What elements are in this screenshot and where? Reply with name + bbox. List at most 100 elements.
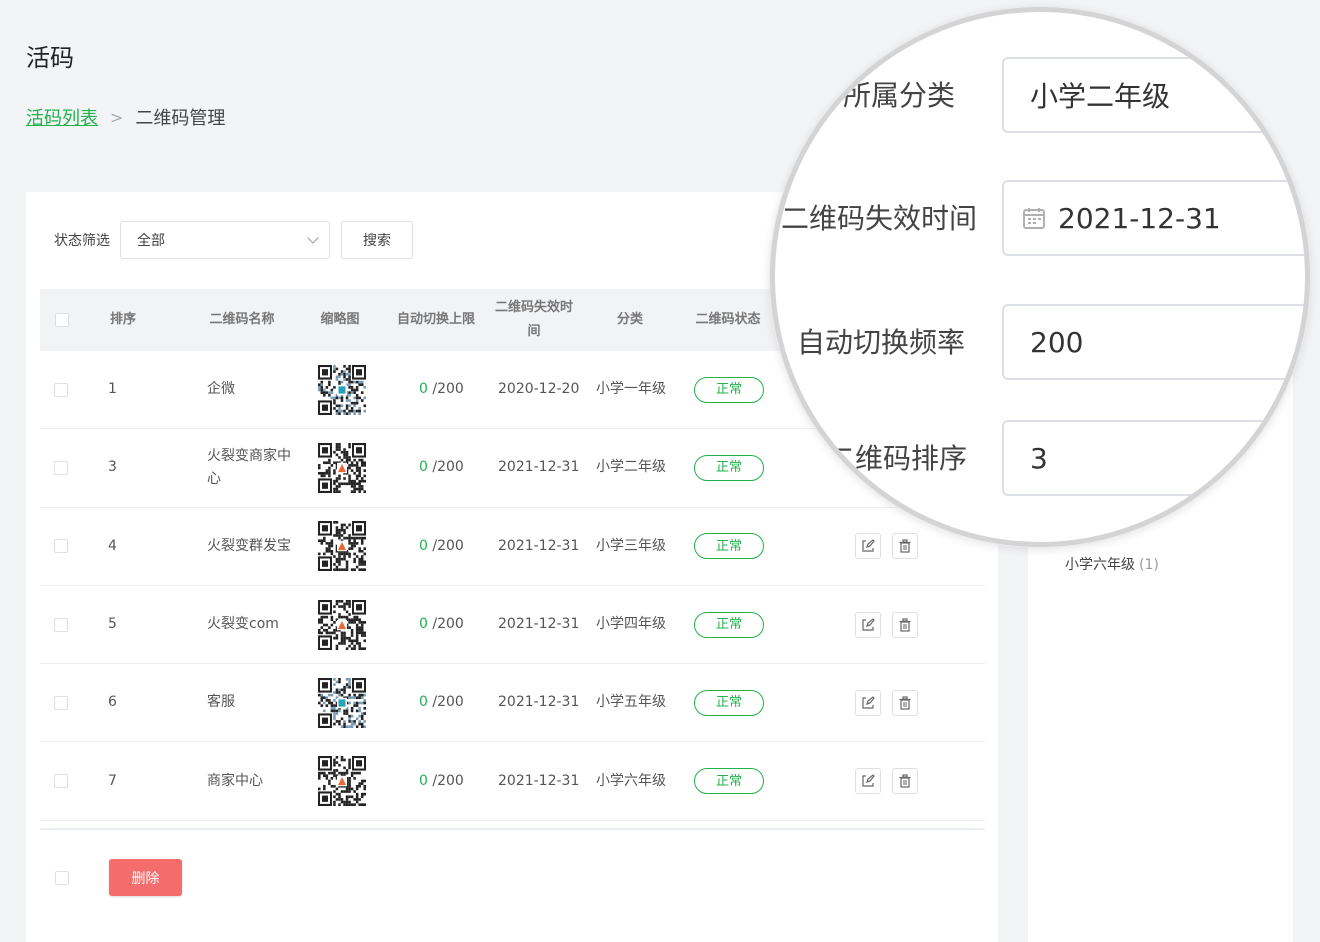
row-switch-max: /200 (432, 381, 464, 398)
row-status-cell: 正常 (694, 586, 764, 663)
row-expire: 2021-12-31 (498, 772, 580, 789)
edit-button[interactable] (855, 533, 881, 560)
row-name: 火裂变商家中心 (207, 447, 291, 487)
qrcode-thumbnail[interactable] (318, 677, 366, 728)
qrcode-thumbnail[interactable] (318, 364, 366, 415)
filter-label: 状态筛选 (54, 233, 110, 249)
row-checkbox[interactable] (54, 695, 68, 710)
edit-icon (861, 617, 875, 632)
row-sort: 4 (108, 537, 117, 554)
header-status: 二维码状态 (695, 312, 761, 327)
edit-button[interactable] (855, 611, 881, 638)
row-checkbox[interactable] (54, 774, 68, 789)
qrcode-thumbnail[interactable] (318, 521, 366, 572)
category-field[interactable]: 小学二年级 (1002, 57, 1305, 133)
row-category: 小学四年级 (596, 616, 666, 633)
footer-select-all-checkbox[interactable] (55, 871, 69, 885)
row-name: 客服 (207, 694, 235, 711)
row-switch-max: /200 (432, 694, 464, 711)
breadcrumb: 活码列表 > 二维码管理 (26, 104, 225, 130)
row-switch-limit: 0 /200 (419, 586, 464, 663)
expire-date-field[interactable]: 2021-12-31 (1002, 180, 1305, 256)
header-name: 二维码名称 (209, 312, 275, 327)
row-actions (855, 586, 918, 663)
magnifier-overlay: 所属分类 小学二年级 二维码失效时间 2021-12-31 自动切换频率 200… (770, 7, 1310, 547)
trash-icon (898, 774, 912, 788)
edit-button[interactable] (855, 768, 881, 795)
qrcode-thumbnail[interactable] (318, 442, 366, 493)
status-badge: 正常 (694, 689, 764, 716)
switch-frequency-value: 200 (1030, 325, 1084, 359)
row-switch-count: 0 (419, 381, 428, 398)
status-badge: 正常 (694, 611, 764, 638)
row-select-cell (54, 742, 68, 819)
row-status-cell: 正常 (694, 351, 764, 428)
search-button[interactable]: 搜索 (341, 221, 413, 259)
row-checkbox[interactable] (54, 382, 68, 397)
row-actions (855, 508, 918, 585)
sidebar-item-count: (1) (1139, 557, 1159, 573)
trash-icon (898, 539, 912, 553)
row-sort: 5 (108, 616, 117, 633)
filter-bar: 状态筛选 全部 搜索 (54, 221, 413, 259)
row-category: 小学三年级 (596, 537, 666, 554)
chevron-down-icon (307, 232, 319, 244)
select-all-checkbox[interactable] (55, 313, 69, 327)
trash-icon (898, 696, 912, 710)
row-actions (855, 742, 918, 819)
row-switch-count: 0 (419, 694, 428, 711)
table-row: 7 商家中心 0 /200 2021-12-31 小学六年级 正常 (40, 742, 985, 821)
header-sort: 排序 (109, 312, 136, 327)
row-switch-limit: 0 /200 (419, 664, 464, 741)
expire-date-value: 2021-12-31 (1058, 201, 1221, 235)
table-row: 5 火裂变com 0 /200 2021-12-31 小学四年级 正常 (40, 586, 985, 665)
status-badge: 正常 (694, 454, 764, 481)
qrcode-thumbnail[interactable] (318, 756, 366, 807)
row-name: 火裂变群发宝 (207, 537, 291, 554)
trash-icon (898, 617, 912, 632)
delete-row-button[interactable] (892, 533, 918, 560)
delete-row-button[interactable] (892, 611, 918, 638)
row-sort: 1 (108, 381, 117, 398)
row-thumbnail-cell (318, 742, 366, 819)
header-switch-limit: 自动切换上限 (396, 312, 475, 327)
header-thumb: 缩略图 (320, 312, 360, 327)
page-title: 活码 (26, 44, 74, 72)
row-checkbox[interactable] (54, 460, 68, 475)
edit-button[interactable] (855, 689, 881, 716)
sort-field[interactable]: 3 (1002, 420, 1305, 496)
sidebar-item-label: 小学六年级 (1065, 557, 1135, 573)
breadcrumb-parent-link[interactable]: 活码列表 (26, 104, 98, 130)
status-filter-select[interactable]: 全部 (120, 221, 330, 259)
row-switch-count: 0 (419, 616, 428, 633)
row-checkbox[interactable] (54, 617, 68, 632)
header-category: 分类 (616, 312, 643, 327)
row-thumbnail-cell (318, 429, 366, 506)
row-select-cell (54, 351, 68, 428)
row-category: 小学六年级 (596, 772, 666, 789)
field-label-sort: 二维码排序 (827, 442, 968, 475)
switch-frequency-field[interactable]: 200 (1002, 304, 1305, 380)
row-checkbox[interactable] (54, 539, 68, 554)
row-thumbnail-cell (318, 508, 366, 585)
delete-row-button[interactable] (892, 768, 918, 795)
category-field-value: 小学二年级 (1030, 80, 1171, 113)
table-footer-divider (40, 828, 985, 830)
qrcode-thumbnail[interactable] (318, 599, 366, 650)
row-sort: 3 (108, 459, 117, 476)
calendar-icon (1023, 208, 1045, 229)
row-switch-max: /200 (432, 772, 464, 789)
row-switch-limit: 0 /200 (419, 351, 464, 428)
row-switch-max: /200 (432, 616, 464, 633)
row-expire: 2021-12-31 (498, 694, 580, 711)
field-label-category: 所属分类 (843, 79, 956, 112)
delete-button[interactable]: 删除 (109, 859, 182, 896)
row-name: 商家中心 (207, 772, 263, 789)
row-name: 企微 (207, 381, 235, 398)
delete-row-button[interactable] (892, 689, 918, 716)
status-badge: 正常 (694, 376, 764, 403)
row-expire: 2021-12-31 (498, 459, 580, 476)
row-sort: 7 (108, 772, 117, 789)
row-switch-limit: 0 /200 (419, 429, 464, 506)
sidebar-item-grade6[interactable]: 小学六年级 (1) (1065, 554, 1159, 574)
